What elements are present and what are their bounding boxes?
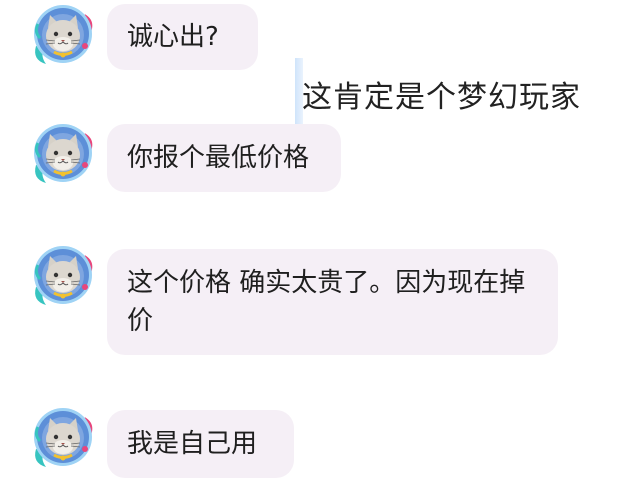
message-bubble: 我是自己用: [107, 410, 294, 478]
message-text: 你报个最低价格: [127, 143, 310, 173]
message-text: 我是自己用: [127, 429, 258, 459]
message-text: 这个价格 确实太贵了。因为现在掉价: [127, 268, 526, 336]
avatar-icon[interactable]: [30, 243, 96, 309]
message-bubble: 诚心出?: [107, 4, 258, 70]
avatar-icon[interactable]: [30, 405, 96, 471]
avatar-icon[interactable]: [30, 121, 96, 187]
message-text: 诚心出?: [127, 22, 219, 52]
message-bubble: 你报个最低价格: [107, 124, 341, 192]
avatar-icon[interactable]: [30, 2, 96, 68]
message-bubble: 这个价格 确实太贵了。因为现在掉价: [107, 249, 558, 355]
overlay-caption: 这肯定是个梦幻玩家: [302, 80, 581, 115]
